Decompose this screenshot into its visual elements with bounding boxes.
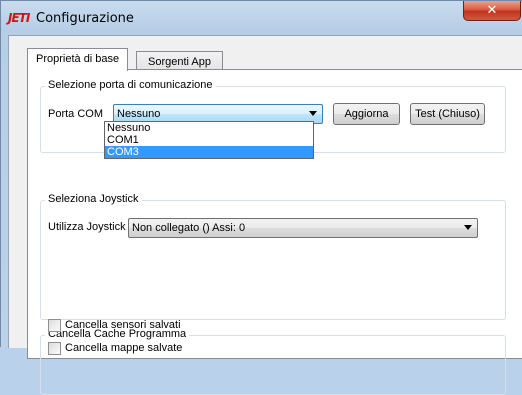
- test-button[interactable]: Test (Chiuso): [410, 103, 485, 125]
- joystick-group: Seleziona Joystick Utilizza Joystick Non…: [40, 193, 506, 320]
- window-title: Configurazione: [36, 11, 134, 26]
- close-icon: ✕: [486, 3, 498, 18]
- chevron-down-icon: [464, 225, 472, 230]
- tab-app-sources[interactable]: Sorgenti App: [136, 51, 223, 71]
- refresh-button[interactable]: Aggiorna: [333, 103, 400, 125]
- jeti-logo: JETI: [8, 11, 30, 25]
- config-window: JETI Configurazione ✕ Proprietà di base …: [0, 0, 522, 395]
- dropdown-option[interactable]: COM1: [105, 134, 313, 146]
- chevron-down-icon: [309, 111, 317, 116]
- title-bar[interactable]: JETI Configurazione ✕: [1, 1, 522, 35]
- joystick-select[interactable]: Non collegato () Assi: 0: [128, 218, 478, 238]
- clear-sensors-label: Cancella sensori salvati: [65, 319, 181, 331]
- close-button[interactable]: ✕: [463, 1, 521, 21]
- com-port-label: Porta COM: [48, 108, 104, 120]
- com-port-dropdown-list: Nessuno COM1 COM3: [104, 121, 314, 159]
- clear-maps-label: Cancella mappe salvate: [65, 342, 183, 354]
- clear-maps-checkbox[interactable]: [48, 342, 61, 355]
- dialog-body: Proprietà di base Sorgenti App Selezione…: [8, 35, 522, 395]
- dropdown-option-highlighted[interactable]: COM3: [105, 146, 313, 158]
- com-group-legend: Selezione porta di comunicazione: [45, 79, 216, 91]
- tab-panel: Selezione porta di comunicazione Porta C…: [27, 69, 522, 395]
- joystick-group-legend: Seleziona Joystick: [45, 193, 142, 205]
- joystick-value: Non collegato () Assi: 0: [132, 222, 246, 234]
- tab-basic-properties[interactable]: Proprietà di base: [27, 48, 129, 71]
- com-port-value: Nessuno: [117, 108, 161, 120]
- clear-sensors-checkbox[interactable]: [48, 319, 61, 332]
- joystick-label: Utilizza Joystick: [48, 221, 126, 233]
- dropdown-option[interactable]: Nessuno: [105, 122, 313, 134]
